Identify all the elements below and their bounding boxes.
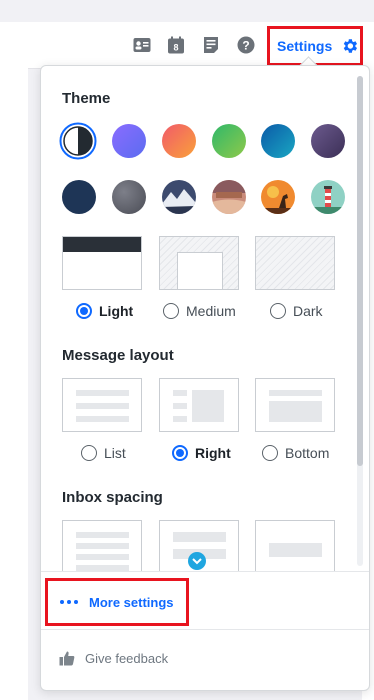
theme-swatch-desert[interactable] bbox=[212, 180, 246, 214]
inbox-spacing-title: Inbox spacing bbox=[62, 489, 163, 506]
layout-option-right-label: Right bbox=[195, 445, 231, 461]
footer-divider bbox=[41, 629, 369, 630]
more-dots-icon bbox=[60, 600, 78, 604]
spacing-preview-compact[interactable] bbox=[62, 520, 142, 571]
radio-bottom[interactable] bbox=[262, 445, 278, 461]
theme-swatch-navy[interactable] bbox=[62, 180, 96, 214]
svg-text:?: ? bbox=[242, 39, 249, 53]
theme-swatch-default-selected[interactable] bbox=[59, 122, 97, 160]
calendar-icon[interactable]: 8 bbox=[167, 36, 185, 54]
theme-swatch-ocean[interactable] bbox=[261, 124, 295, 158]
settings-popover: Theme Light Medium Dark Message layout L… bbox=[40, 65, 370, 691]
contacts-icon[interactable] bbox=[133, 36, 151, 54]
theme-swatch-sunset[interactable] bbox=[162, 124, 196, 158]
layout-preview-list[interactable] bbox=[62, 378, 142, 432]
spacing-preview-spacious[interactable] bbox=[255, 520, 335, 571]
theme-swatch-purple[interactable] bbox=[112, 124, 146, 158]
theme-title: Theme bbox=[62, 90, 111, 107]
layout-option-list-label: List bbox=[104, 445, 126, 461]
give-feedback-button[interactable]: Give feedback bbox=[59, 650, 168, 666]
layout-preview-bottom[interactable] bbox=[255, 378, 335, 432]
give-feedback-label: Give feedback bbox=[85, 650, 169, 666]
theme-option-light[interactable]: Light bbox=[76, 303, 133, 319]
theme-preview-medium[interactable] bbox=[159, 236, 239, 290]
radio-right[interactable] bbox=[172, 445, 188, 461]
theme-swatch-green[interactable] bbox=[212, 124, 246, 158]
chevron-down-icon bbox=[192, 557, 202, 564]
theme-swatch-slate[interactable] bbox=[112, 180, 146, 214]
theme-option-medium-label: Medium bbox=[186, 303, 236, 319]
theme-preview-light[interactable] bbox=[62, 236, 142, 290]
settings-button[interactable]: Settings bbox=[267, 26, 363, 66]
theme-swatch-dusk[interactable] bbox=[311, 124, 345, 158]
layout-option-bottom-label: Bottom bbox=[285, 445, 330, 461]
footer-divider-top bbox=[41, 571, 369, 572]
radio-list[interactable] bbox=[81, 445, 97, 461]
gear-icon bbox=[343, 39, 358, 53]
notepad-icon[interactable] bbox=[202, 36, 220, 54]
theme-option-light-label: Light bbox=[99, 303, 134, 319]
radio-medium[interactable] bbox=[163, 303, 179, 319]
theme-swatch-lighthouse[interactable] bbox=[311, 180, 345, 214]
layout-option-bottom[interactable]: Bottom bbox=[262, 445, 329, 461]
radio-light[interactable] bbox=[76, 303, 92, 319]
layout-preview-right[interactable] bbox=[159, 378, 239, 432]
theme-swatch-mountain[interactable] bbox=[162, 180, 196, 214]
more-settings-button[interactable]: More settings bbox=[45, 578, 189, 626]
theme-option-dark-label: Dark bbox=[293, 303, 323, 319]
scroll-down-button[interactable] bbox=[188, 552, 206, 570]
theme-option-dark[interactable]: Dark bbox=[270, 303, 323, 319]
settings-label: Settings bbox=[277, 38, 333, 54]
browser-strip bbox=[0, 0, 374, 22]
theme-preview-dark[interactable] bbox=[255, 236, 335, 290]
thumbs-up-icon bbox=[59, 651, 75, 666]
more-settings-label: More settings bbox=[89, 594, 174, 610]
radio-dark[interactable] bbox=[270, 303, 286, 319]
layout-option-right[interactable]: Right bbox=[172, 445, 231, 461]
theme-option-medium[interactable]: Medium bbox=[163, 303, 236, 319]
scrollbar-thumb[interactable] bbox=[357, 76, 363, 466]
help-icon[interactable]: ? bbox=[237, 36, 255, 54]
layout-option-list[interactable]: List bbox=[81, 445, 126, 461]
calendar-day: 8 bbox=[173, 43, 178, 53]
theme-swatch-kangaroo[interactable] bbox=[261, 180, 295, 214]
mail-list-pane bbox=[0, 68, 28, 700]
message-layout-title: Message layout bbox=[62, 347, 174, 364]
settings-scroll-area[interactable]: Theme Light Medium Dark Message layout L… bbox=[41, 66, 369, 571]
